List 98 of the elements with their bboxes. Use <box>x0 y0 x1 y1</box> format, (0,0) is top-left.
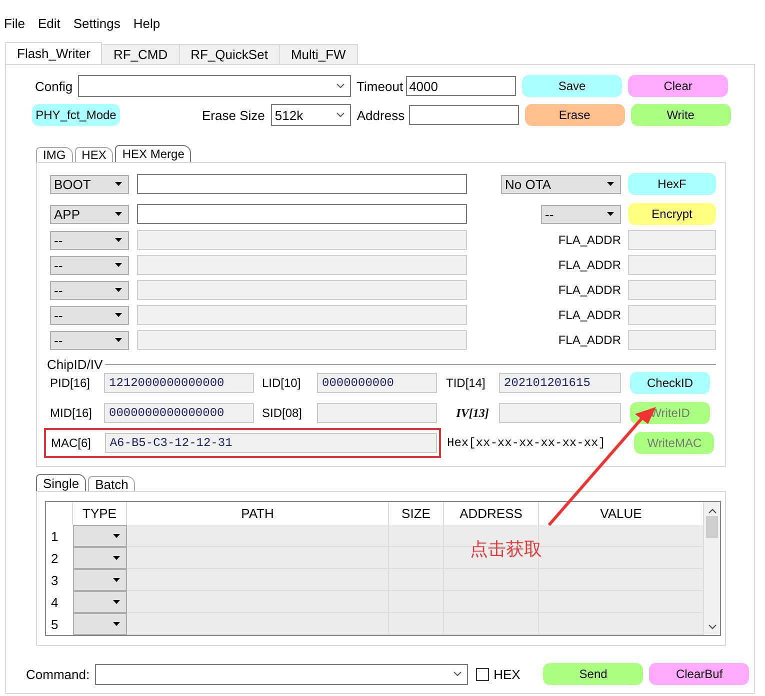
table-cell[interactable] <box>127 547 389 569</box>
tab[interactable]: RF_CMD <box>101 44 180 64</box>
caret-icon <box>606 211 615 217</box>
scroll-up-icon[interactable] <box>708 508 716 514</box>
id-field[interactable] <box>499 403 621 423</box>
type-dropdown[interactable] <box>73 613 127 635</box>
caret-icon <box>114 312 123 318</box>
field-label: TID[14] <box>446 376 486 390</box>
caret-icon <box>112 599 121 605</box>
field-label: PID[16] <box>50 376 92 390</box>
caret-icon <box>114 237 123 243</box>
type-dropdown[interactable] <box>73 525 127 547</box>
caret-icon <box>114 337 123 343</box>
table-cell[interactable] <box>444 613 539 635</box>
action-button[interactable]: ClearBuf <box>649 663 750 685</box>
type-dropdown[interactable]: APP <box>50 204 129 224</box>
address-label: Address <box>356 108 405 122</box>
caret-icon <box>114 211 123 217</box>
table-cell[interactable] <box>127 613 389 635</box>
format-hint: Hex[xx-xx-xx-xx-xx-xx] <box>447 436 606 450</box>
hex-checkbox[interactable] <box>476 668 489 680</box>
path-field[interactable] <box>137 174 467 194</box>
id-field[interactable]: 1212000000000000 <box>104 373 254 393</box>
caret-icon <box>114 287 123 293</box>
table-cell[interactable] <box>127 525 389 547</box>
field-label: IV[13] <box>455 406 490 420</box>
action-button[interactable]: Encrypt <box>628 203 716 225</box>
caret-icon <box>606 181 615 187</box>
menu-item[interactable]: File <box>4 16 25 30</box>
scroll-down-icon[interactable] <box>708 624 716 630</box>
config-label: Config <box>35 78 73 94</box>
action-button[interactable]: Erase <box>524 104 625 126</box>
tab[interactable]: Multi_FW <box>278 44 358 64</box>
scroll-thumb[interactable] <box>706 516 718 538</box>
tab[interactable]: IMG <box>36 147 73 162</box>
type-dropdown[interactable]: BOOT <box>50 174 129 194</box>
option-dropdown[interactable]: -- <box>541 204 621 224</box>
caret-icon <box>112 533 121 539</box>
option-dropdown[interactable]: No OTA <box>501 174 621 194</box>
action-button[interactable]: CheckID <box>630 372 710 394</box>
erase-size-label: Erase Size <box>202 108 265 122</box>
address-label: FLA_ADDR <box>557 258 621 272</box>
field-label: MAC[6] <box>51 436 92 450</box>
tab[interactable]: HEX <box>74 147 114 162</box>
caret-icon <box>112 555 121 561</box>
id-field[interactable]: 202101201615 <box>499 373 621 393</box>
field-label: SID[08] <box>262 406 304 420</box>
id-field[interactable]: 0000000000000000 <box>104 403 254 423</box>
action-button[interactable]: HexF <box>628 173 716 195</box>
action-button[interactable]: Save <box>522 75 622 97</box>
table-cell[interactable] <box>539 613 704 635</box>
field-label: LID[10] <box>262 376 302 390</box>
timeout-label: Timeout <box>356 78 404 94</box>
timeout-field[interactable]: 4000 <box>406 76 516 96</box>
table-cell[interactable] <box>389 613 444 635</box>
chevron-down-icon <box>336 83 345 89</box>
tab[interactable]: Single <box>36 474 86 491</box>
section-label: ChipID/IV <box>47 357 103 372</box>
table-cell[interactable] <box>127 569 389 591</box>
type-dropdown[interactable] <box>73 547 127 569</box>
caret-icon <box>112 577 121 583</box>
menu-item[interactable]: Settings <box>73 16 120 30</box>
type-dropdown[interactable] <box>73 591 127 613</box>
action-button[interactable]: Clear <box>628 75 728 97</box>
chevron-down-icon <box>452 671 462 677</box>
action-button[interactable]: Write <box>630 104 731 126</box>
config-dropdown[interactable] <box>78 75 351 97</box>
id-field[interactable]: 0000000000 <box>317 373 437 393</box>
tab[interactable]: Flash_Writer <box>5 42 102 64</box>
action-button[interactable]: Send <box>543 663 644 685</box>
type-dropdown[interactable] <box>73 569 127 591</box>
caret-icon <box>114 181 123 187</box>
menu-item[interactable]: Help <box>133 16 160 30</box>
scrollbar[interactable] <box>704 502 720 635</box>
hex-label: HEX <box>494 666 520 682</box>
mode-button[interactable]: PHY_fct_Mode <box>32 104 120 126</box>
address-label: FLA_ADDR <box>557 333 621 347</box>
mac-field[interactable]: A6-B5-C3-12-12-31 <box>104 433 437 453</box>
caret-icon <box>114 262 123 268</box>
chevron-down-icon <box>336 112 345 118</box>
table-cell[interactable] <box>389 525 444 547</box>
command-label: Command: <box>26 666 90 682</box>
address-field[interactable] <box>408 105 519 125</box>
annotation-text: 点击获取 <box>470 538 542 561</box>
field-label: MID[16] <box>50 406 94 420</box>
command-dropdown[interactable] <box>94 664 468 684</box>
table-cell[interactable] <box>127 591 389 613</box>
address-label: FLA_ADDR <box>557 308 621 322</box>
tab[interactable]: Batch <box>88 476 136 491</box>
id-field[interactable] <box>317 403 437 423</box>
erase-size-dropdown[interactable]: 512k <box>270 104 351 126</box>
address-label: FLA_ADDR <box>557 233 621 247</box>
menu-item[interactable]: Edit <box>38 16 60 30</box>
caret-icon <box>112 621 121 627</box>
path-field[interactable] <box>137 204 467 224</box>
tab[interactable]: HEX Merge <box>115 145 192 162</box>
address-label: FLA_ADDR <box>557 283 621 297</box>
tab[interactable]: RF_QuickSet <box>178 44 280 64</box>
